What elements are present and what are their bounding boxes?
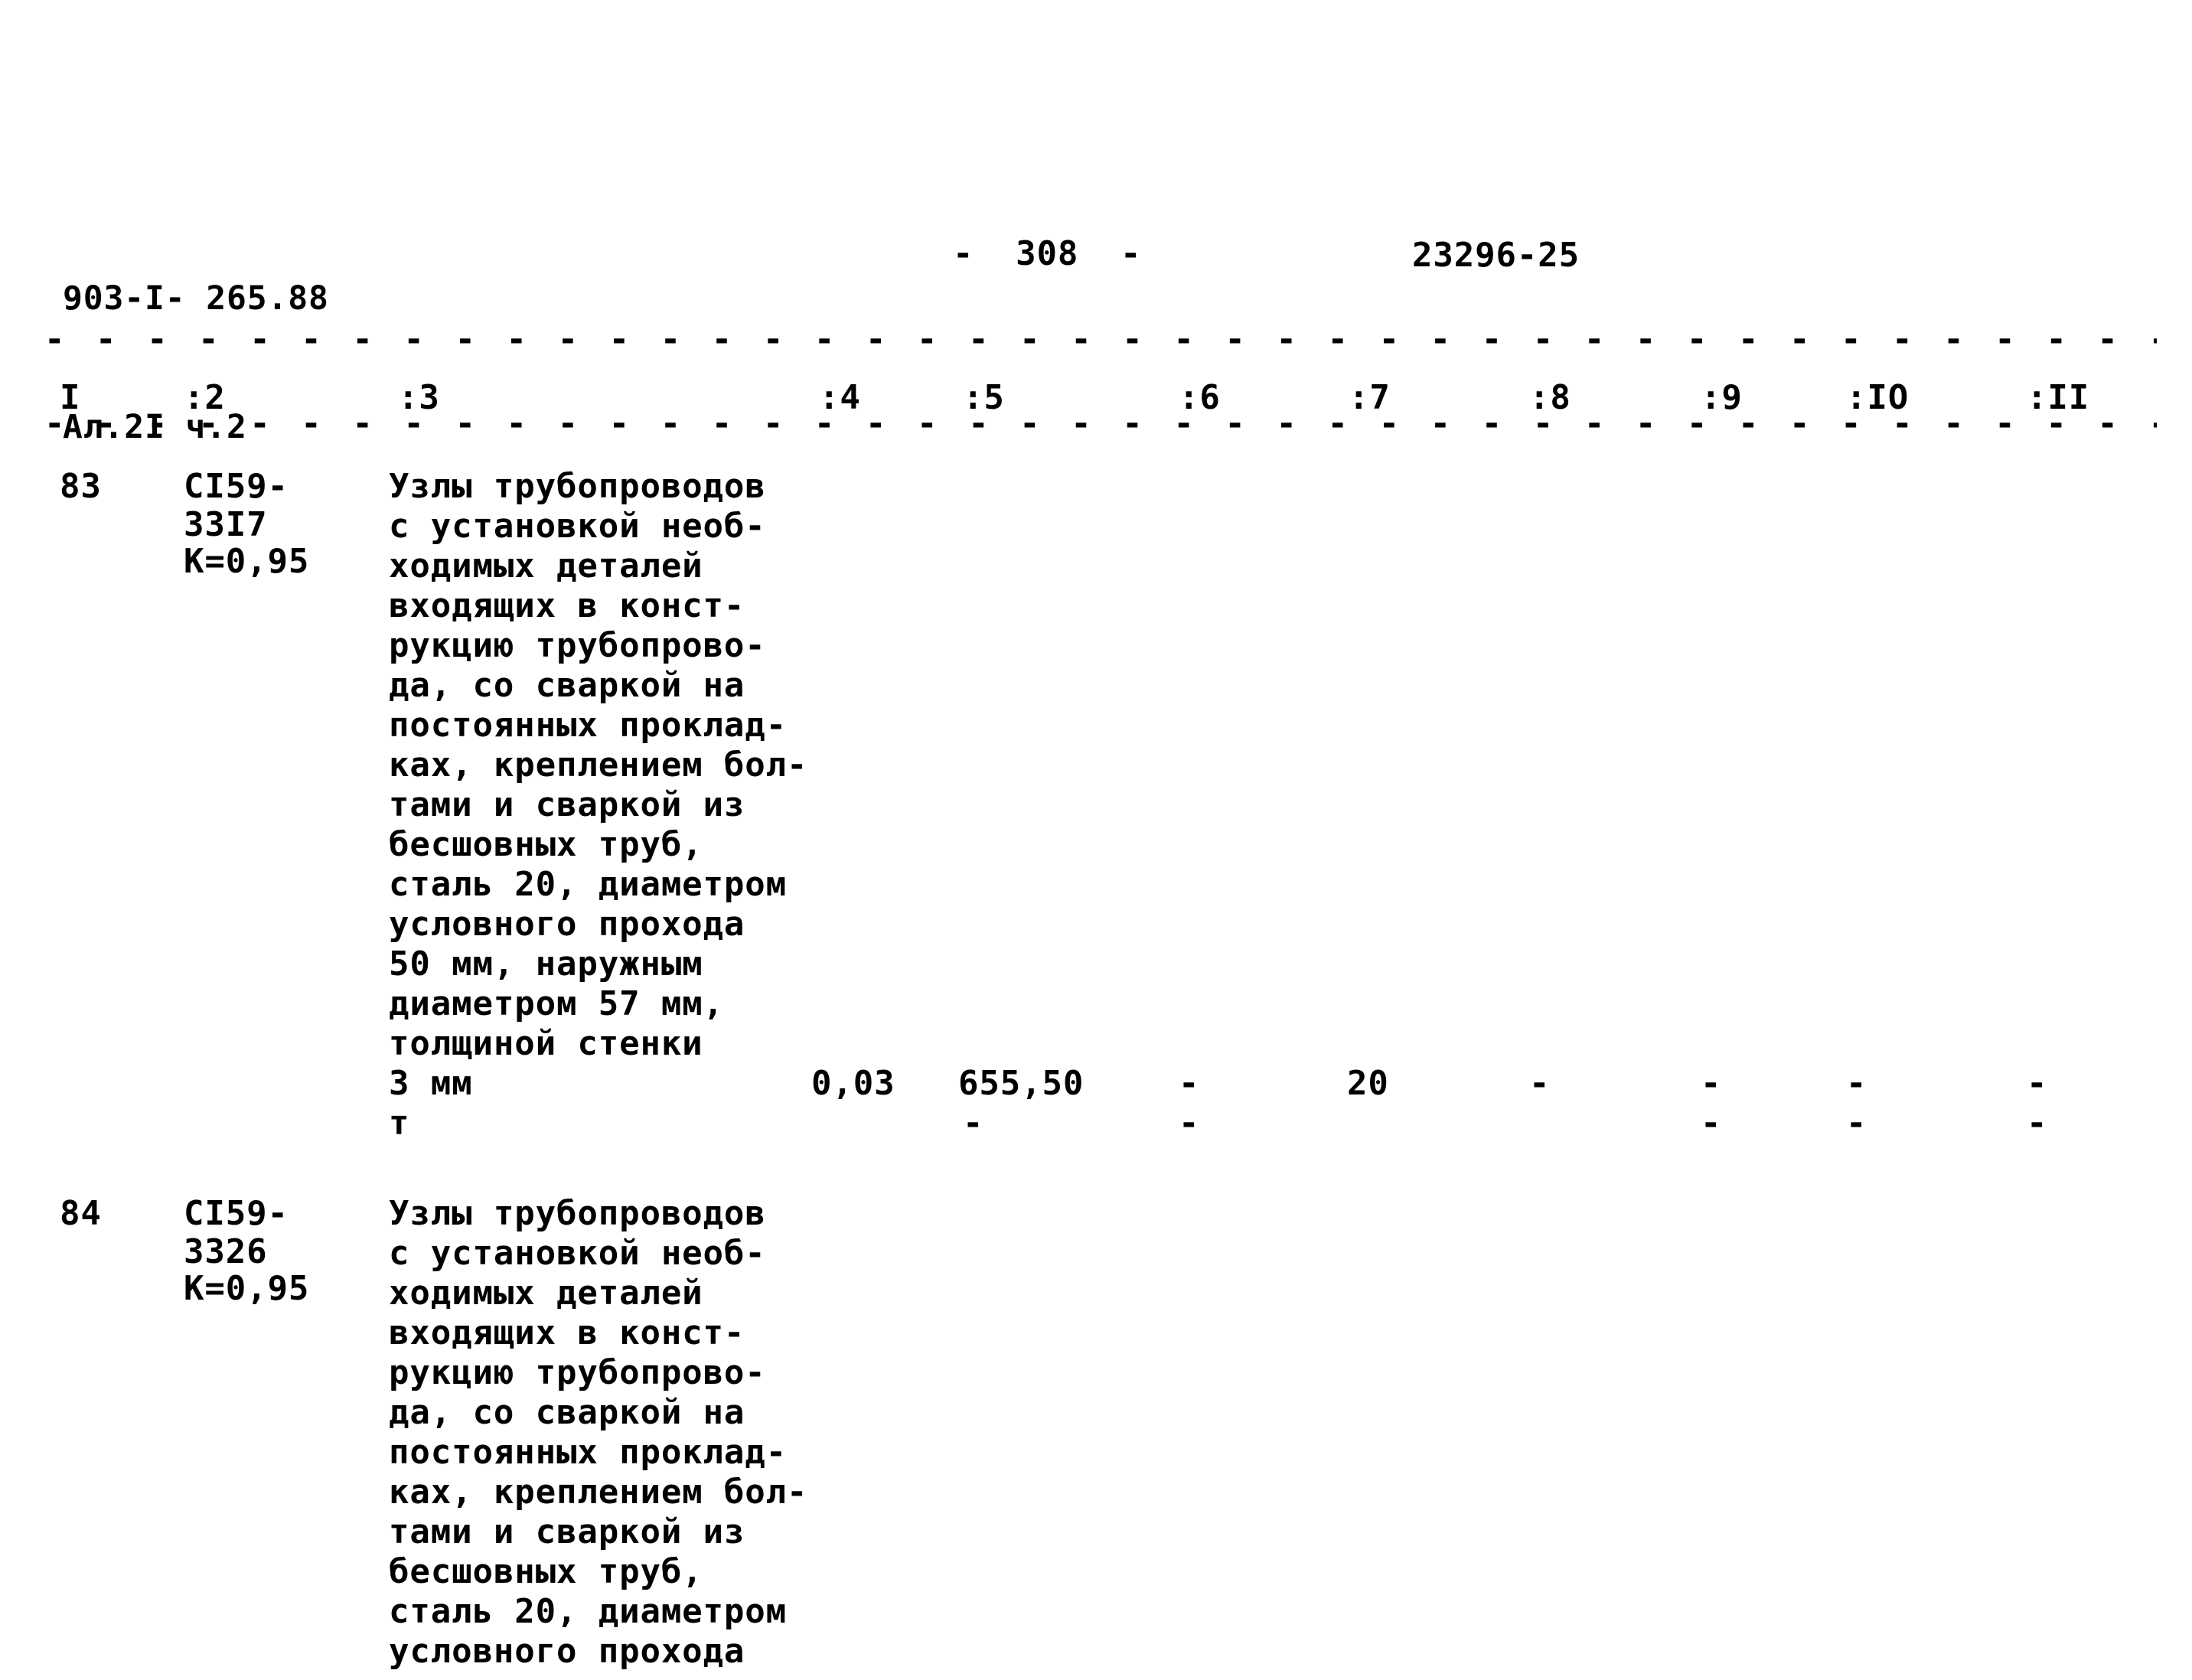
sheet-code: 23296-25 [1412, 236, 1580, 275]
row-description-line: рукцию трубопрово- [389, 626, 766, 665]
row-description-line: постоянных проклад- [389, 1433, 788, 1472]
row-description-line: тами и сваркой из [389, 1512, 745, 1551]
column-header-8: :8 [1529, 378, 1571, 417]
row-description-line: бесшовных труб, [389, 1552, 703, 1591]
row-value-second-line-col6: - [1179, 1104, 1200, 1143]
row-description: Узлы трубопроводов с установкой необ-ходи… [389, 1194, 848, 1672]
column-header-1: I [60, 378, 81, 417]
row-value-col11: - [2027, 1064, 2048, 1103]
row-description-line: толщиной стенки [389, 1024, 703, 1063]
row-item-number: 83 [60, 467, 102, 506]
row-item-number: 84 [60, 1194, 102, 1233]
column-header-10: :IO [1846, 378, 1910, 417]
row-description: Узлы трубопроводов с установкой необ-ходи… [389, 467, 848, 1143]
row-item-code-line: К=0,95 [184, 542, 310, 581]
column-header-3: :3 [398, 378, 440, 417]
column-header-7: :7 [1349, 378, 1391, 417]
scanned-document-page: 903-I- 265.88 Ал.2I ч.2 - 308 - 23296-25… [0, 0, 2192, 1680]
row-value-second-line-col9: - [1701, 1104, 1722, 1143]
row-value-col10: - [1846, 1064, 1867, 1103]
row-value-col5: 655,50 [958, 1064, 1085, 1103]
column-header-9: :9 [1701, 378, 1743, 417]
page-header: 903-I- 265.88 Ал.2I ч.2 - 308 - 23296-25 [0, 191, 2192, 446]
column-header-6: :6 [1179, 378, 1221, 417]
row-description-line: 3 мм [389, 1064, 473, 1103]
row-value-second-line-col5: - [963, 1104, 984, 1143]
row-description-line: 50 мм, наружным [389, 944, 703, 984]
row-item-code: CI59- 33I7 К=0,95 [184, 467, 309, 580]
row-item-code-line: 3326 [184, 1232, 268, 1271]
row-value-col9: - [1701, 1064, 1722, 1103]
row-item-code: CI59- 3326 К=0,95 [184, 1194, 309, 1307]
row-description-line: сталь 20, диаметром [389, 1592, 788, 1631]
row-description-line: условного прохода [389, 905, 745, 944]
column-header-5: :5 [963, 378, 1005, 417]
column-header-11: :II [2027, 378, 2090, 417]
row-description-line: с установкой необ- [389, 1234, 766, 1273]
table-row: 84 CI59- 3326 К=0,95 Узлы трубопроводов с уст… [0, 1194, 2192, 1680]
row-item-code-line: К=0,95 [184, 1269, 310, 1308]
row-description-line: с установкой необ- [389, 507, 766, 546]
row-value-second-line-col11: - [2027, 1104, 2048, 1143]
row-item-code-line: 33I7 [184, 505, 268, 544]
row-description-line: ходимых деталей [389, 546, 703, 586]
row-value-second-line-col10: - [1846, 1104, 1867, 1143]
row-description-line: да, со сваркой на [389, 666, 745, 705]
row-description-line: рукцию трубопрово- [389, 1353, 766, 1392]
document-reference-line-1: 903-I- 265.88 [63, 279, 329, 318]
row-description-line: Узлы трубопроводов [389, 467, 766, 506]
row-unit: т [389, 1104, 410, 1143]
row-description-line: Узлы трубопроводов [389, 1194, 766, 1233]
table-top-rule: - - - - - - - - - - - - - - - - - - - - … [44, 335, 2157, 344]
row-item-code-line: CI59- [184, 467, 289, 506]
row-item-code-line: CI59- [184, 1194, 289, 1233]
row-description-line: постоянных проклад- [389, 706, 788, 745]
column-header-2: :2 [184, 378, 226, 417]
page-number: - 308 - [953, 234, 1142, 273]
row-description-line: диаметром 57 мм, [389, 984, 724, 1023]
row-description-line: ходимых деталей [389, 1274, 703, 1313]
row-value-col4: 0,03 [811, 1064, 895, 1103]
row-description-line: входящих в конст- [389, 1313, 745, 1352]
row-value-col6: - [1179, 1064, 1200, 1103]
row-description-line: тами и сваркой из [389, 785, 745, 824]
row-description-line: бесшовных труб, [389, 825, 703, 864]
column-header-4: :4 [819, 378, 861, 417]
row-description-line: условного прохода [389, 1632, 745, 1671]
row-description-line: сталь 20, диаметром [389, 865, 788, 904]
row-description-line: ках, креплением бол- [389, 745, 808, 785]
table-row: 83 CI59- 33I7 К=0,95 Узлы трубопроводов с уст… [0, 467, 2192, 1194]
row-description-line: ках, креплением бол- [389, 1473, 808, 1512]
row-value-col7: 20 [1347, 1064, 1389, 1103]
table-header-rule: - - - - - - - - - - - - - - - - - - - - … [44, 419, 2157, 429]
row-value-col8: - [1529, 1064, 1551, 1103]
row-description-line: да, со сваркой на [389, 1393, 745, 1432]
row-description-line: входящих в конст- [389, 586, 745, 625]
